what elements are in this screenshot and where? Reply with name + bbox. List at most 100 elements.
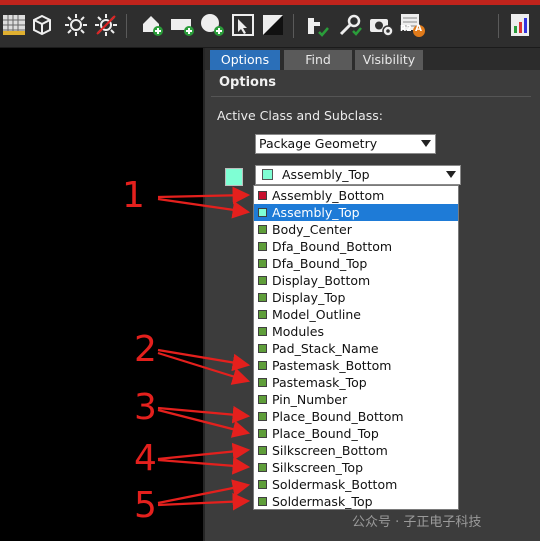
toolbar-separator [293,14,294,38]
wrench-tool-icon[interactable] [336,11,364,39]
annotation-number-2: 2 [134,329,157,370]
subclass-list-item-label: Silkscreen_Bottom [272,443,388,458]
color-swatch-icon [258,429,267,438]
sun-icon[interactable] [62,11,90,39]
color-swatch-icon [258,310,267,319]
subclass-list-item[interactable]: Assembly_Bottom [254,187,458,204]
subclass-list-item-label: Pad_Stack_Name [272,341,379,356]
subclass-list-item-label: Place_Bound_Bottom [272,409,404,424]
subclass-list-item[interactable]: Silkscreen_Bottom [254,442,458,459]
subclass-list-item[interactable]: Place_Bound_Top [254,425,458,442]
subclass-list-item-label: Modules [272,324,324,339]
class-dropdown-value: Package Geometry [259,136,378,151]
color-swatch-icon [258,378,267,387]
annotation-number-5: 5 [134,485,157,526]
subclass-list-item[interactable]: Pad_Stack_Name [254,340,458,357]
chevron-down-icon [421,140,431,147]
subclass-list-item-label: Dfa_Bound_Top [272,256,368,271]
color-swatch-icon [258,259,267,268]
subclass-list-item-label: Display_Bottom [272,273,371,288]
selected-subclass-swatch [262,169,273,180]
camera-gear-icon[interactable] [367,11,395,39]
palette-icon[interactable] [31,11,59,39]
check-tool-icon[interactable] [304,11,332,39]
tab-find[interactable]: Find [284,50,352,70]
color-swatch-icon [258,327,267,336]
subclass-list-item[interactable]: Dfa_Bound_Bottom [254,238,458,255]
color-swatch-icon [258,344,267,353]
subclass-list-item[interactable]: Place_Bound_Bottom [254,408,458,425]
subclass-list-item-label: Pastemask_Bottom [272,358,392,373]
split-shape-icon[interactable] [259,11,287,39]
color-swatch-icon [258,293,267,302]
subclass-list-item[interactable]: Soldermask_Bottom [254,476,458,493]
grid-ruler-icon[interactable] [0,11,28,39]
r2-report-icon[interactable]: R2 A [398,11,428,39]
subclass-list-item[interactable]: Modules [254,323,458,340]
subclass-list-item-label: Place_Bound_Top [272,426,379,441]
subclass-list-item-label: Silkscreen_Top [272,460,364,475]
subclass-list-item[interactable]: Pastemask_Top [254,374,458,391]
annotation-number-3: 3 [134,387,157,428]
title-divider [211,96,531,97]
chart-report-icon[interactable] [506,11,534,39]
subclass-list-item-label: Display_Top [272,290,346,305]
annotation-number-4: 4 [134,438,157,479]
color-swatch-icon [258,208,267,217]
add-shape-icon[interactable] [138,11,166,39]
color-swatch-icon [258,412,267,421]
tab-options[interactable]: Options [210,50,280,70]
select-arrow-icon[interactable] [229,11,257,39]
color-swatch-icon [258,480,267,489]
subclass-list-item[interactable]: Display_Bottom [254,272,458,289]
design-canvas[interactable] [0,48,203,541]
subclass-list-item[interactable]: Soldermask_Top [254,493,458,510]
subclass-dropdown-list[interactable]: Assembly_Bottom Assembly_Top Body_Center Df… [253,185,459,510]
color-swatch-icon [258,463,267,472]
subclass-list-item-label: Assembly_Bottom [272,188,385,203]
color-swatch-icon [258,395,267,404]
active-class-label: Active Class and Subclass: [217,108,384,123]
subclass-dropdown-value: Assembly_Top [282,167,370,182]
subclass-list-item[interactable]: Dfa_Bound_Top [254,255,458,272]
panel-title: Options [219,75,276,90]
toolbar-separator [498,14,499,38]
class-dropdown[interactable]: Package Geometry [255,134,436,154]
subclass-list-item[interactable]: Pin_Number [254,391,458,408]
color-swatch-icon [258,446,267,455]
color-swatch-icon [258,225,267,234]
subclass-list-item-label: Model_Outline [272,307,362,322]
subclass-list-item[interactable]: Pastemask_Bottom [254,357,458,374]
add-circle-icon[interactable] [198,11,226,39]
subclass-list-item[interactable]: Body_Center [254,221,458,238]
subclass-list-item-label: Body_Center [272,222,352,237]
subclass-color-swatch[interactable] [225,168,243,186]
subclass-list-item-label: Pastemask_Top [272,375,367,390]
subclass-list-item-label: Dfa_Bound_Bottom [272,239,393,254]
subclass-dropdown[interactable]: Assembly_Top [255,165,461,185]
toolbar: R2 A [0,5,540,48]
color-swatch-icon [258,276,267,285]
subclass-list-item-label: Soldermask_Bottom [272,477,398,492]
subclass-list-item-label: Assembly_Top [272,205,360,220]
color-swatch-icon [258,361,267,370]
tab-visibility[interactable]: Visibility [355,50,423,70]
r2-label: R2 [400,24,412,33]
chevron-down-icon [446,171,456,178]
add-rect-icon[interactable] [168,11,196,39]
subclass-list-item-label: Soldermask_Top [272,494,373,509]
subclass-list-item[interactable]: Display_Top [254,289,458,306]
subclass-list-item[interactable]: Silkscreen_Top [254,459,458,476]
color-swatch-icon [258,242,267,251]
color-swatch-icon [258,191,267,200]
subclass-list-item[interactable]: Assembly_Top [254,204,458,221]
r2-badge: A [415,24,422,34]
color-swatch-icon [258,497,267,506]
sun-off-icon[interactable] [92,11,120,39]
subclass-list-item[interactable]: Model_Outline [254,306,458,323]
subclass-list-item-label: Pin_Number [272,392,348,407]
toolbar-separator [126,14,127,38]
watermark: 公众号 · 子正电子科技 [352,515,482,530]
panel-tab-bar: Options Find Visibility [205,48,540,70]
annotation-number-1: 1 [122,175,145,216]
